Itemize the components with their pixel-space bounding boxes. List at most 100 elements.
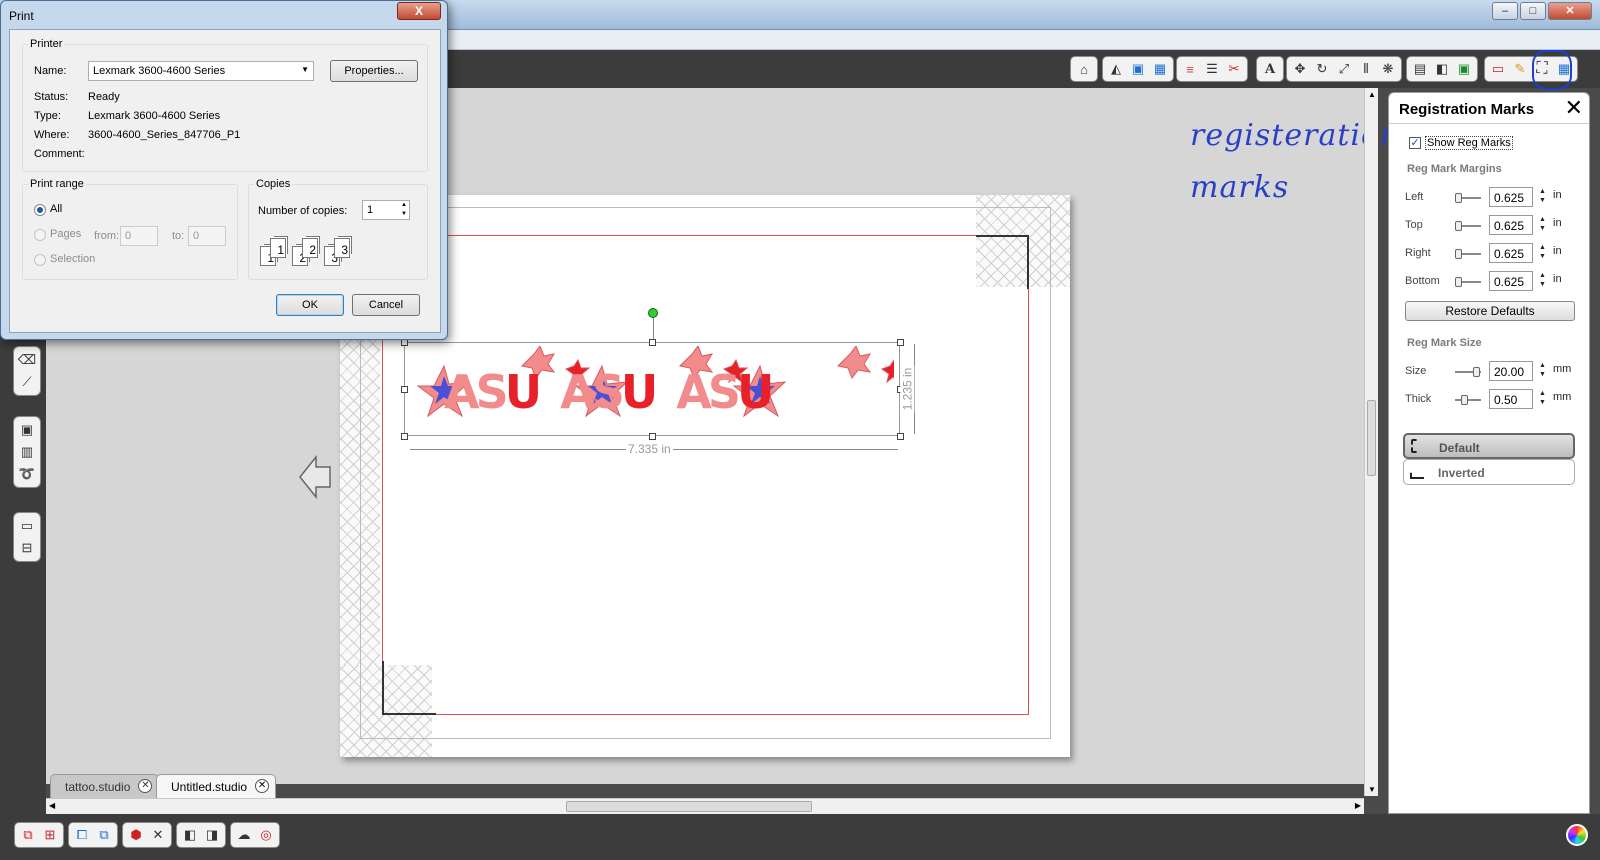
properties-button[interactable]: Properties... (330, 60, 418, 82)
from-input[interactable]: 0 (120, 226, 158, 246)
grid-icon[interactable]: ▦ (1149, 58, 1171, 80)
maximize-button[interactable]: □ (1520, 2, 1546, 20)
margin-right-spinner[interactable]: ▲ ▼ (1539, 243, 1549, 261)
margin-bottom-input[interactable]: 0.625 (1489, 271, 1533, 291)
printer-select[interactable]: Lexmark 3600-4600 Series ▼ (88, 61, 314, 81)
book-icon[interactable]: ▥ (16, 441, 38, 463)
thick-input[interactable]: 0.50 (1489, 389, 1533, 409)
copies-input[interactable]: 1 ▲ ▼ (362, 200, 410, 220)
close-window-button[interactable]: ✕ (1548, 2, 1592, 20)
library-icon[interactable]: ▤ (1409, 58, 1431, 80)
to-input[interactable]: 0 (188, 226, 226, 246)
cancel-button[interactable]: Cancel (352, 294, 420, 316)
align-icon[interactable]: ⫴ (1355, 58, 1377, 80)
print-dialog: Print X Printer Name: Lexmark 3600-4600 … (0, 0, 448, 340)
handle-tr[interactable] (897, 339, 904, 346)
vertical-scrollbar[interactable]: ▲ ▼ (1364, 88, 1378, 796)
store-icon[interactable]: ◧ (1431, 58, 1453, 80)
handle-tm[interactable] (649, 339, 656, 346)
style-default-label: Default (1439, 441, 1480, 455)
thick-spinner[interactable]: ▲ ▼ (1539, 389, 1549, 407)
group-icon[interactable]: ⧉ (17, 824, 39, 846)
send-back-icon[interactable]: ◨ (201, 824, 223, 846)
rotate-icon[interactable]: ↻ (1311, 58, 1333, 80)
margin-left-input[interactable]: 0.625 (1489, 187, 1533, 207)
select-all-icon[interactable]: ⧠ (71, 824, 93, 846)
show-reg-marks-checkbox[interactable]: ✓ (1409, 137, 1421, 149)
handle-tl[interactable] (401, 339, 408, 346)
margin-top-spinner[interactable]: ▲ ▼ (1539, 215, 1549, 233)
collate-illustration: 1 1 2 2 3 3 (260, 236, 370, 268)
knife-tool-icon[interactable]: ⟋ (16, 371, 38, 393)
eraser-icon[interactable]: ◭ (1105, 58, 1127, 80)
margin-top-slider[interactable] (1455, 221, 1481, 231)
style-default-option[interactable]: Default (1403, 433, 1575, 459)
panel-close-icon[interactable]: ✕ (1565, 97, 1583, 119)
lines-icon[interactable]: ≡ (1179, 58, 1201, 80)
horizontal-scroll-thumb[interactable] (566, 801, 812, 812)
tab-untitled[interactable]: Untitled.studio ✕ (156, 774, 277, 798)
dialog-close-button[interactable]: X (397, 2, 441, 20)
vertical-scroll-thumb[interactable] (1367, 400, 1376, 476)
letter: A (560, 365, 596, 419)
scroll-right-icon[interactable]: ▶ (1355, 801, 1361, 810)
knife-icon[interactable]: ✂ (1223, 58, 1245, 80)
rotate-handle[interactable] (648, 308, 658, 318)
margin-left-slider[interactable] (1455, 193, 1481, 203)
weld-icon[interactable]: ⬢ (125, 824, 147, 846)
style-inverted-option[interactable]: Inverted (1403, 459, 1575, 485)
offset-icon[interactable]: ◎ (255, 824, 277, 846)
bring-front-icon[interactable]: ◧ (179, 824, 201, 846)
margin-right-input[interactable]: 0.625 (1489, 243, 1533, 263)
margin-right-unit: in (1553, 245, 1562, 257)
move-icon[interactable]: ✥ (1289, 58, 1311, 80)
margin-bottom-spinner[interactable]: ▲ ▼ (1539, 271, 1549, 289)
scale-icon[interactable]: ⤢ (1333, 58, 1355, 80)
range-selection-radio[interactable] (34, 254, 46, 266)
range-all-radio[interactable] (34, 204, 46, 216)
linestyle-icon[interactable]: ☰ (1201, 58, 1223, 80)
margin-right-slider[interactable] (1455, 249, 1481, 259)
tab-close-icon[interactable]: ✕ (138, 779, 153, 793)
range-pages-radio[interactable] (34, 229, 46, 241)
design-selection[interactable]: ASU ASU ASU 7.335 in 1.235 in (401, 308, 915, 458)
duplicate-icon[interactable]: ⧉ (93, 824, 115, 846)
size-slider[interactable] (1455, 367, 1481, 377)
left-arrow-icon[interactable] (298, 454, 332, 502)
tab-close-icon[interactable]: ✕ (255, 779, 270, 793)
margin-left-spinner[interactable]: ▲ ▼ (1539, 187, 1549, 205)
scroll-up-icon[interactable]: ▲ (1368, 90, 1376, 99)
handle-ml[interactable] (401, 386, 408, 393)
text-icon[interactable]: A (1259, 58, 1281, 80)
trace-icon[interactable]: ☁ (233, 824, 255, 846)
size-spinner[interactable]: ▲ ▼ (1539, 361, 1549, 379)
scroll-left-icon[interactable]: ◀ (49, 801, 55, 810)
page-view-icon[interactable]: ▣ (16, 419, 38, 441)
layout-single-icon[interactable]: ▭ (16, 515, 38, 537)
horizontal-scrollbar[interactable]: ◀ ▶ (46, 798, 1364, 814)
ungroup-icon[interactable]: ⊞ (39, 824, 61, 846)
delete-icon[interactable]: ✕ (147, 824, 169, 846)
margin-top-input[interactable]: 0.625 (1489, 215, 1533, 235)
minimize-button[interactable]: – (1492, 2, 1518, 20)
eraser-tool-icon[interactable]: ⌫ (16, 349, 38, 371)
replicate-icon[interactable]: ❋ (1377, 58, 1399, 80)
handle-bl[interactable] (401, 433, 408, 440)
copies-spinner[interactable]: ▲ ▼ (401, 201, 407, 219)
layout-split-icon[interactable]: ⊟ (16, 537, 38, 559)
fill-icon[interactable]: ▣ (1127, 58, 1149, 80)
lasso-icon[interactable]: ➰ (16, 463, 38, 485)
size-input[interactable]: 20.00 (1489, 361, 1533, 381)
margin-bottom-slider[interactable] (1455, 277, 1481, 287)
tab-tattoo[interactable]: tattoo.studio ✕ (50, 774, 160, 798)
thick-slider[interactable] (1455, 395, 1481, 405)
pen-icon[interactable]: ✎ (1509, 58, 1531, 80)
ok-button[interactable]: OK (276, 294, 344, 316)
home-icon[interactable]: ⌂ (1073, 58, 1095, 80)
page-icon[interactable]: ▭ (1487, 58, 1509, 80)
register-icon[interactable]: ▣ (1453, 58, 1475, 80)
handle-br[interactable] (897, 433, 904, 440)
restore-defaults-button[interactable]: Restore Defaults (1405, 301, 1575, 321)
color-wheel-icon[interactable] (1566, 824, 1588, 846)
scroll-down-icon[interactable]: ▼ (1368, 785, 1376, 794)
